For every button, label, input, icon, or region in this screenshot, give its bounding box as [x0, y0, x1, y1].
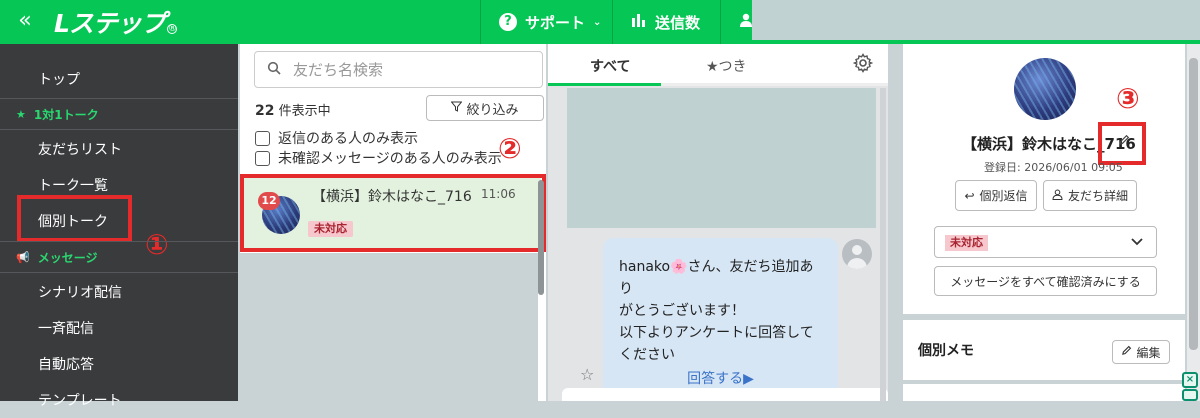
message-line: がとうございます！	[619, 303, 745, 319]
callout-3: ③	[1116, 82, 1140, 115]
highlight-box-1	[17, 195, 132, 242]
sidebar-item-label: トーク一覧	[38, 178, 108, 194]
message-line: 以下よりアンケートに回答して	[619, 325, 814, 341]
sidebar-section-one-on-one: ★ 1対1トーク	[0, 100, 238, 128]
chevron-down-icon	[1130, 231, 1144, 257]
send-count-label: 送信数	[655, 13, 701, 32]
filter-label: 絞り込み	[466, 102, 519, 118]
user-icon	[739, 13, 753, 31]
highlight-box-2	[240, 174, 546, 252]
sidebar-item-top[interactable]: トップ	[0, 61, 238, 97]
support-menu[interactable]: ? サポート ⌄	[480, 0, 610, 44]
question-icon: ?	[499, 13, 517, 31]
count-number: 22	[255, 103, 275, 119]
pencil-icon	[1121, 345, 1132, 359]
tab-starred[interactable]: ★つき	[706, 56, 747, 76]
logo-text: Lステップ	[54, 9, 166, 38]
checkbox-label: 未確認メッセージのある人のみ表示	[278, 151, 502, 167]
unread-only-checkbox[interactable]: 未確認メッセージのある人のみ表示	[255, 149, 502, 167]
sidebar-section-message: 📢 メッセージ	[0, 243, 238, 271]
sidebar-item-template[interactable]: テンプレート	[0, 382, 238, 418]
gear-icon[interactable]	[852, 53, 874, 78]
sidebar-item-label: 一斉配信	[38, 321, 94, 337]
sidebar-item-scenario[interactable]: シナリオ配信	[0, 274, 238, 310]
section-label: メッセージ	[37, 250, 98, 265]
image-message[interactable]	[567, 88, 876, 228]
registered-date: 登録日: 2026/06/01 09:05	[984, 161, 1123, 174]
person-icon	[1052, 189, 1063, 203]
friend-search-input[interactable]	[293, 60, 523, 79]
message-line: hanako🌸さん、友だち追加あり	[619, 259, 814, 297]
chat-input-box[interactable]	[562, 388, 888, 401]
checkbox-box[interactable]	[255, 130, 270, 146]
chevron-down-icon: ⌄	[593, 16, 602, 28]
tab-all[interactable]: すべて	[590, 56, 630, 76]
sender-avatar	[842, 239, 872, 269]
memo-edit-button[interactable]: 編集	[1112, 340, 1170, 364]
header-masked-area	[752, 0, 1200, 40]
message-line: ください	[619, 347, 675, 363]
profile-avatar	[1014, 58, 1076, 120]
sidebar-item-label: トップ	[38, 72, 80, 88]
sidebar-item-label: 友だちリスト	[38, 142, 122, 158]
unread-count-badge: 12	[258, 192, 280, 210]
ad-choices-icon[interactable]	[1182, 389, 1198, 401]
support-label: サポート	[525, 13, 586, 32]
checkbox-label: 返信のある人のみ表示	[278, 131, 418, 147]
ad-choices-icon[interactable]: ×	[1182, 372, 1198, 388]
sidebar-divider	[0, 98, 238, 99]
answer-link[interactable]: 回答する▶	[603, 368, 838, 388]
sidebar-divider	[0, 241, 238, 242]
individual-reply-button[interactable]: ↩ 個別返信	[955, 180, 1037, 211]
registered-mark-icon: ®	[166, 24, 177, 34]
button-label: 個別返信	[979, 189, 1028, 203]
friend-list-scrollbar[interactable]	[538, 180, 544, 295]
bar-chart-icon	[631, 13, 647, 31]
collapse-sidebar-icon[interactable]: «	[12, 8, 38, 34]
sidebar-item-label: シナリオ配信	[38, 285, 122, 301]
filter-button[interactable]: 絞り込み	[426, 95, 544, 121]
result-count: 22 件表示中	[255, 100, 331, 119]
button-label: 友だち詳細	[1067, 189, 1128, 203]
chat-scrollbar[interactable]	[880, 88, 886, 401]
friend-detail-button[interactable]: 友だち詳細	[1043, 180, 1137, 211]
search-icon	[267, 61, 281, 79]
filter-icon	[450, 101, 464, 116]
sidebar-divider	[0, 272, 238, 273]
button-label: 編集	[1136, 345, 1161, 360]
mark-all-read-button[interactable]: メッセージをすべて確認済みにする	[934, 266, 1157, 296]
profile-scrollbar-thumb[interactable]	[1189, 58, 1198, 350]
status-badge: 未対応	[945, 235, 988, 251]
megaphone-icon: 📢	[16, 250, 30, 264]
star-icon: ★	[16, 107, 26, 121]
reply-arrow-icon: ↩	[964, 188, 975, 203]
lstep-logo[interactable]: Lステップ ®	[54, 6, 177, 38]
sidebar-item-label: テンプレート	[38, 393, 122, 409]
checkbox-box[interactable]	[255, 150, 270, 166]
send-count-menu[interactable]: 送信数	[612, 0, 718, 44]
friend-search-box[interactable]	[254, 51, 543, 88]
count-suffix: 件表示中	[278, 104, 331, 119]
memo-title: 個別メモ	[918, 343, 974, 359]
section-label: 1対1トーク	[33, 107, 99, 122]
sidebar-item-broadcast[interactable]: 一斉配信	[0, 310, 238, 346]
replied-only-checkbox[interactable]: 返信のある人のみ表示	[255, 129, 418, 147]
callout-2: ②	[498, 132, 522, 165]
star-message-icon[interactable]: ☆	[580, 365, 594, 384]
status-select[interactable]: 未対応	[934, 226, 1157, 258]
friend-list-empty-area	[240, 253, 538, 401]
sidebar-item-label: 自動応答	[38, 357, 94, 373]
sidebar-divider	[0, 129, 238, 130]
next-panel	[903, 384, 1185, 401]
sidebar-item-auto-reply[interactable]: 自動応答	[0, 346, 238, 382]
sidebar-item-friend-list[interactable]: 友だちリスト	[0, 131, 238, 167]
